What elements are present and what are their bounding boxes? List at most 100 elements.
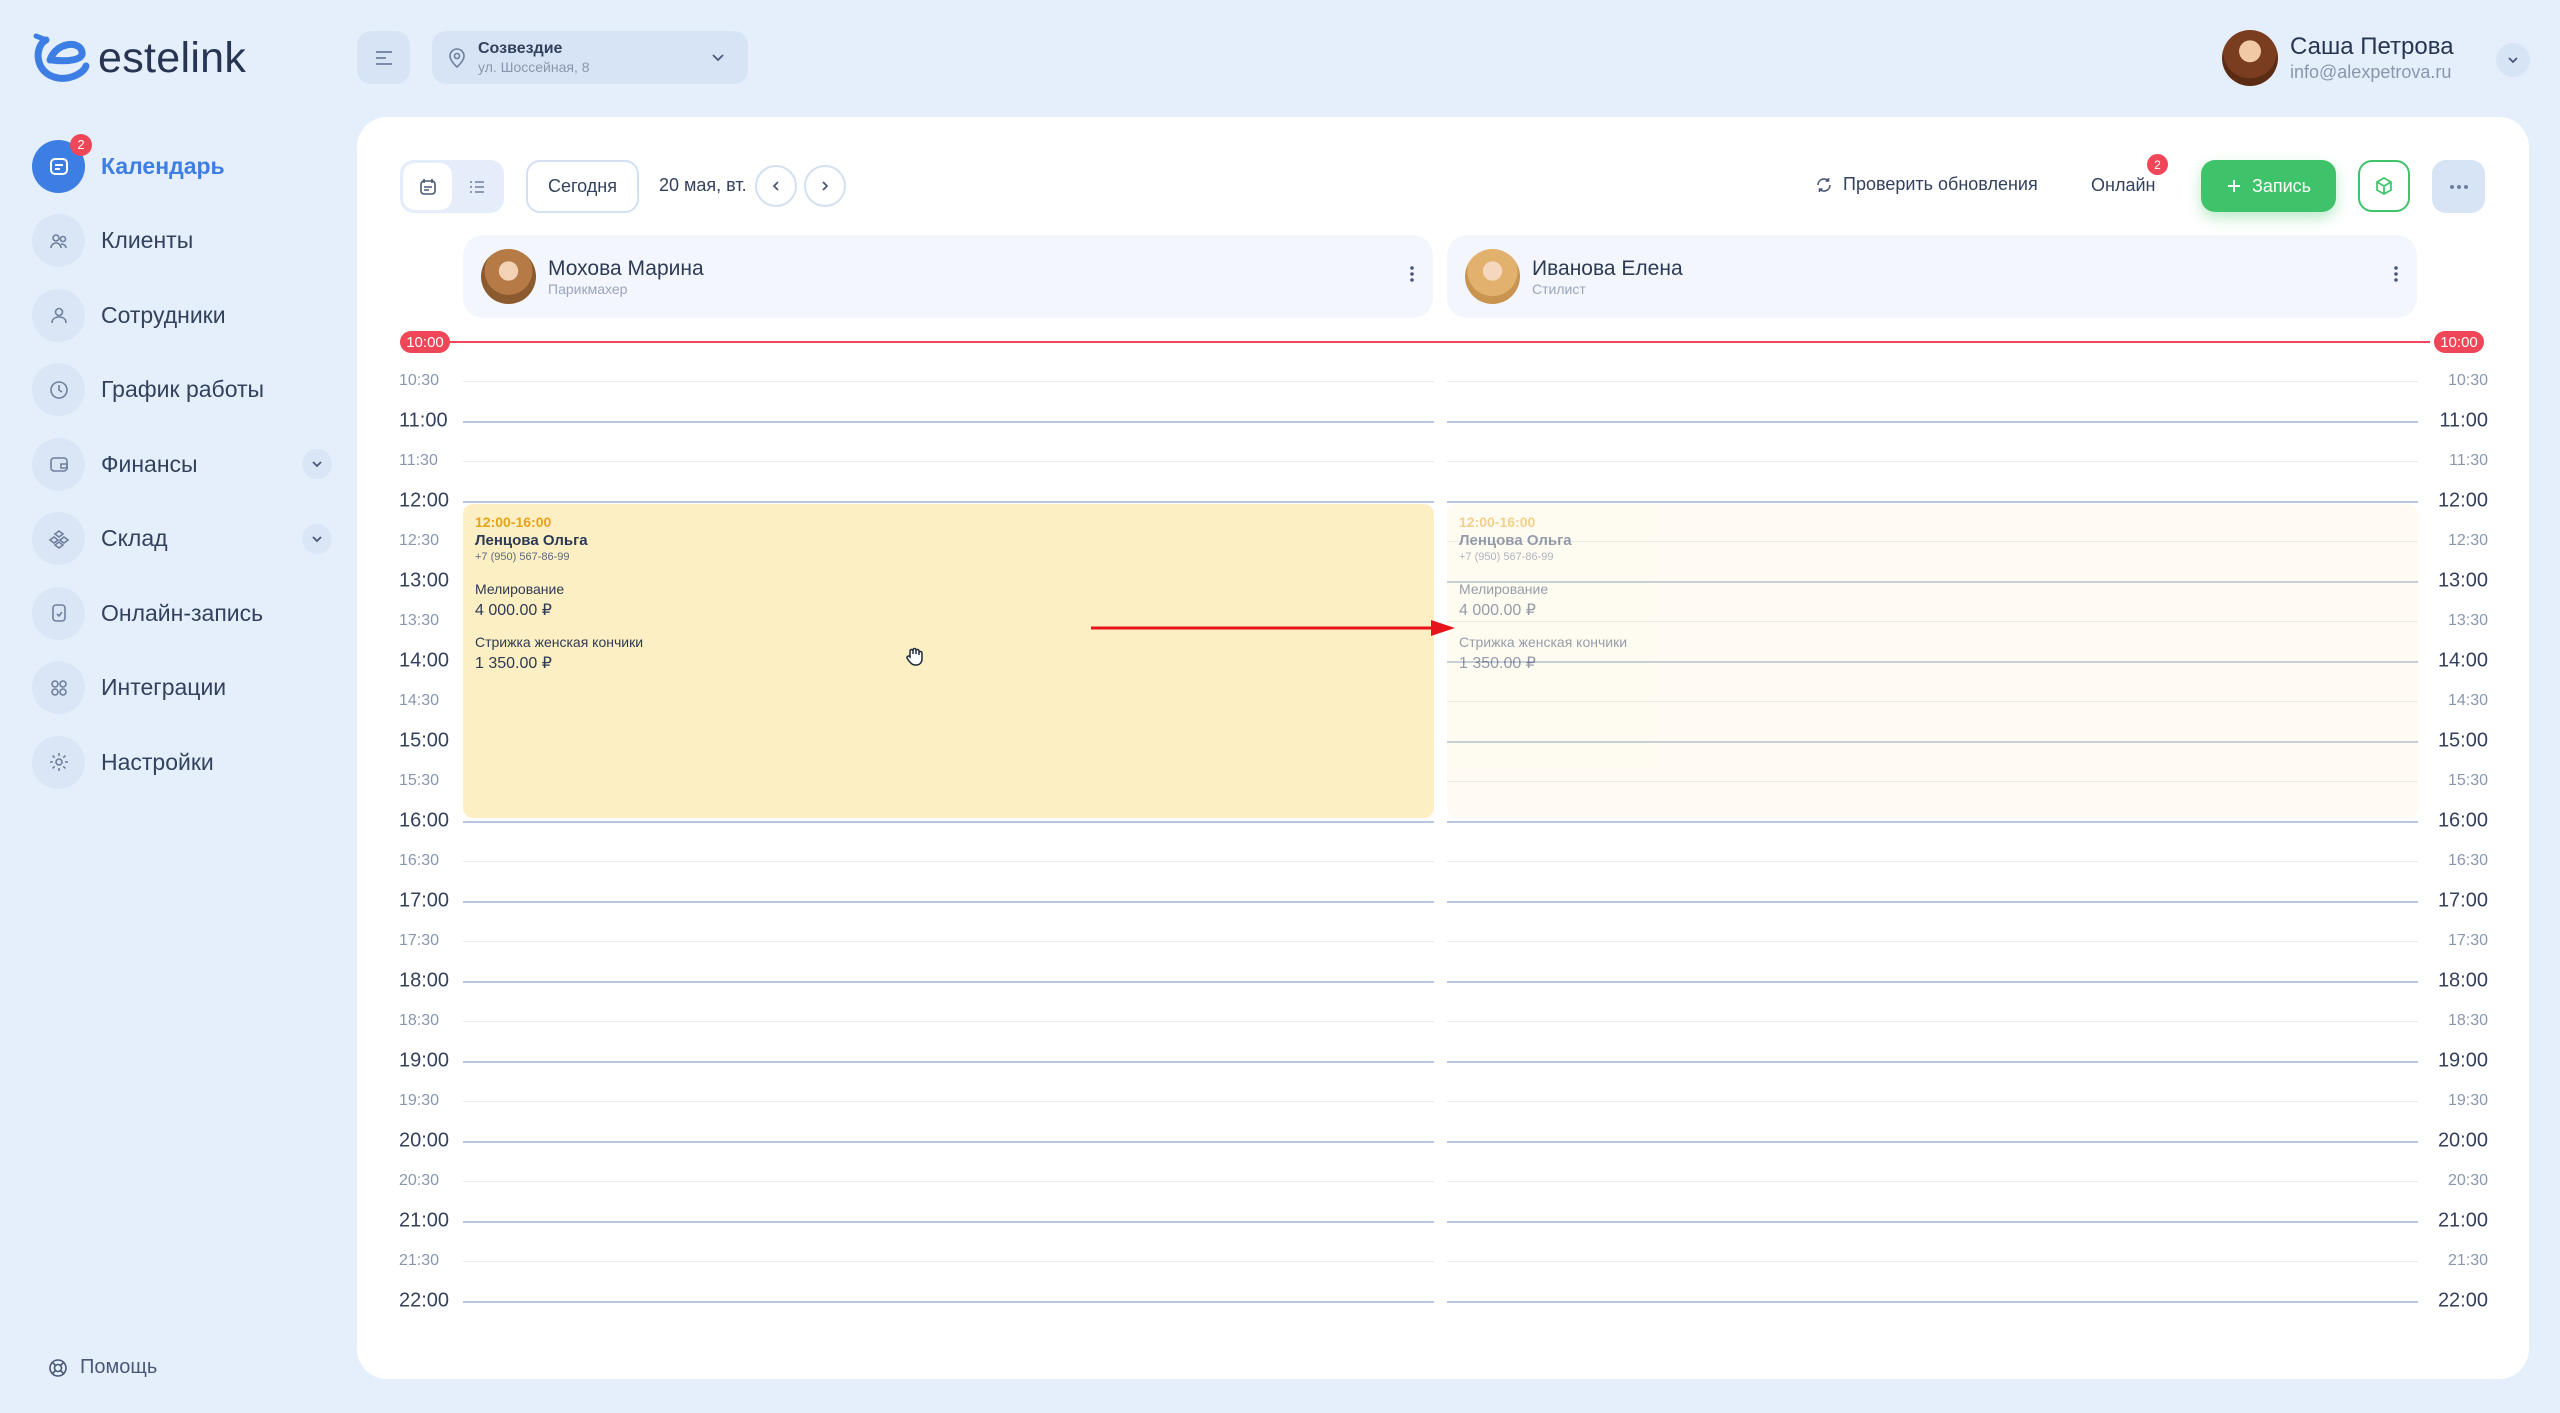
time-label-right: 21:00	[2437, 1209, 2488, 1232]
time-slot-line	[1447, 941, 2418, 942]
help-link[interactable]: Помощь	[48, 1356, 157, 1379]
check-updates-button[interactable]: Проверить обновления	[1815, 174, 2038, 195]
user-menu-button[interactable]	[2496, 43, 2530, 77]
appointment-client: Ленцова Ольга	[1459, 532, 1572, 549]
time-slot-line	[463, 421, 1434, 423]
time-slot-line	[463, 1261, 1434, 1262]
appointment-client: Ленцова Ольга	[475, 532, 588, 549]
time-slot-line	[463, 1021, 1434, 1022]
time-slot-line	[1447, 381, 2418, 382]
branch-address: ул. Шоссейная, 8	[478, 58, 590, 75]
time-slot-line	[1447, 1221, 2418, 1223]
staff-name: Мохова Марина	[548, 256, 704, 280]
drag-arrow-icon	[1091, 620, 1455, 636]
calendar-view-button[interactable]	[403, 163, 452, 210]
time-label-left: 14:00	[399, 649, 450, 672]
sidebar-item-label: Финансы	[101, 450, 198, 477]
staff-column-header[interactable]: Мохова Марина Парикмахер	[463, 235, 1433, 318]
branch-name: Созвездие	[478, 40, 563, 58]
time-slot-line	[1447, 901, 2418, 903]
time-label-right: 18:30	[2447, 1012, 2488, 1029]
calendar-icon: 2	[32, 133, 92, 193]
time-slot-line	[1447, 981, 2418, 983]
time-label-right: 20:30	[2447, 1172, 2488, 1189]
staff-role: Стилист	[1532, 280, 1586, 297]
menu-toggle-button[interactable]	[357, 31, 410, 84]
integrations-icon	[32, 661, 85, 714]
avatar	[1465, 249, 1520, 304]
time-label-right: 19:30	[2447, 1092, 2488, 1109]
clock-icon	[32, 363, 85, 416]
time-slot-line	[1447, 1181, 2418, 1182]
appointment-phone: +7 (950) 567-86-99	[475, 551, 570, 563]
time-slot-line	[463, 461, 1434, 462]
time-label-left: 12:30	[399, 532, 440, 549]
sidebar-item-settings[interactable]: Настройки	[32, 735, 332, 789]
time-label-left: 18:30	[399, 1012, 440, 1029]
list-icon	[469, 180, 484, 193]
package-button[interactable]	[2358, 160, 2410, 212]
time-label-right: 14:30	[2447, 692, 2488, 709]
chevron-down-icon[interactable]	[302, 449, 332, 479]
time-label-left: 20:00	[399, 1129, 450, 1152]
time-slot-line	[1447, 1061, 2418, 1063]
add-appointment-button[interactable]: Запись	[2201, 160, 2336, 212]
sidebar-item-finance[interactable]: Финансы	[32, 437, 332, 491]
time-slot-line	[1447, 421, 2418, 423]
view-toggle	[400, 160, 504, 213]
refresh-icon	[1817, 177, 1831, 192]
time-label-right: 22:00	[2437, 1289, 2488, 1312]
current-date: 20 мая, вт.	[659, 175, 747, 195]
time-label-left: 18:00	[399, 969, 450, 992]
app-logo[interactable]: estelink	[32, 30, 246, 86]
sidebar-item-schedule[interactable]: График работы	[32, 363, 332, 417]
logo-icon	[33, 33, 90, 82]
staff-column-header[interactable]: Иванова Елена Стилист	[1447, 235, 2417, 318]
today-button[interactable]: Сегодня	[526, 160, 639, 213]
time-label-right: 12:30	[2447, 532, 2488, 549]
prev-day-button[interactable]	[755, 165, 797, 207]
user-profile[interactable]: Саша Петрова info@alexpetrova.ru	[2222, 30, 2454, 86]
branch-select[interactable]: Созвездие ул. Шоссейная, 8	[432, 31, 748, 84]
time-label-left: 22:00	[399, 1289, 450, 1312]
time-label-left: 15:00	[399, 729, 450, 752]
more-vertical-icon[interactable]	[1409, 263, 1415, 285]
time-slot-line	[1447, 1021, 2418, 1022]
time-label-right: 17:30	[2447, 932, 2488, 949]
chevron-right-icon	[822, 181, 829, 191]
grab-cursor-icon	[906, 647, 923, 666]
sidebar-item-label: Клиенты	[101, 227, 194, 253]
time-label-left: 11:00	[399, 409, 448, 432]
sidebar-item-warehouse[interactable]: Склад	[32, 512, 332, 566]
next-day-button[interactable]	[804, 165, 846, 207]
time-label-right: 10:30	[2447, 372, 2488, 389]
warehouse-icon	[32, 512, 85, 565]
time-label-left: 19:30	[399, 1092, 440, 1109]
chevron-down-icon[interactable]	[302, 523, 332, 554]
sidebar-item-clients[interactable]: Клиенты	[32, 214, 332, 268]
chevron-down-icon	[2508, 57, 2518, 64]
sidebar-item-calendar[interactable]: 2 Календарь	[32, 133, 332, 193]
more-options-button[interactable]	[2432, 160, 2485, 213]
plus-icon	[2227, 180, 2240, 192]
user-icon	[32, 288, 85, 342]
time-slot-line	[1447, 1301, 2418, 1303]
time-label-left: 13:30	[399, 612, 440, 629]
online-button[interactable]: Онлайн	[2091, 175, 2155, 196]
sidebar-item-integrations[interactable]: Интеграции	[32, 661, 332, 715]
user-email: info@alexpetrova.ru	[2290, 61, 2452, 82]
appointment-card[interactable]: 12:00-16:00 Ленцова Ольга +7 (950) 567-8…	[463, 504, 1434, 818]
time-label-left: 16:30	[399, 852, 440, 869]
service-price: 4 000.00 ₽	[1459, 602, 1536, 619]
sidebar-item-label: Календарь	[101, 152, 225, 179]
sidebar-item-staff[interactable]: Сотрудники	[32, 288, 332, 342]
time-label-right: 15:30	[2447, 772, 2488, 789]
sidebar-item-online-booking[interactable]: Онлайн-запись	[32, 586, 332, 640]
time-label-right: 15:00	[2437, 729, 2488, 752]
time-label-left: 16:00	[399, 809, 450, 832]
more-vertical-icon[interactable]	[2393, 263, 2399, 285]
time-label-right: 19:00	[2437, 1049, 2488, 1072]
time-label-right: 20:00	[2437, 1129, 2488, 1152]
time-label-left: 12:00	[399, 489, 450, 512]
list-view-button[interactable]	[452, 163, 501, 210]
